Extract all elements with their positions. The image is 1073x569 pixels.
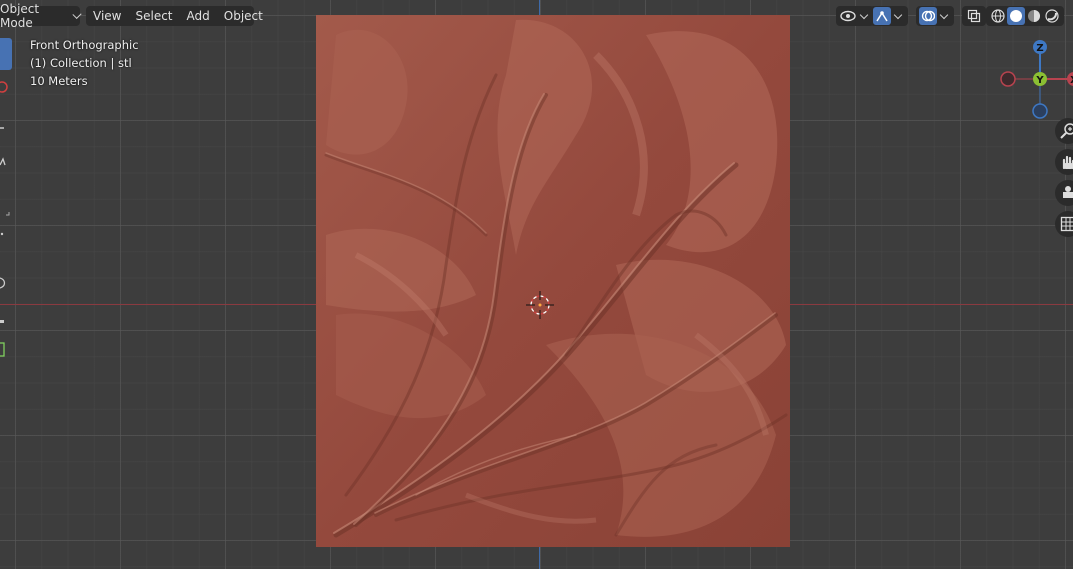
menu-object[interactable]: Object [217, 9, 270, 23]
3d-cursor-icon[interactable] [526, 291, 554, 319]
menu-view[interactable]: View [86, 9, 128, 23]
gizmo-toggle-icon[interactable] [873, 7, 891, 25]
menu-bar: View Select Add Object [86, 6, 263, 26]
visibility-group [836, 6, 874, 26]
navigation-gizmo[interactable]: Z Y X [998, 38, 1073, 119]
transform-tool-icon[interactable] [0, 228, 10, 238]
xray-icon[interactable] [965, 7, 983, 25]
scale-tool-icon[interactable] [0, 206, 10, 216]
select-tool-icon[interactable] [0, 38, 12, 70]
y-axis-label: Y [1035, 75, 1044, 86]
wireframe-shading-icon[interactable] [989, 7, 1007, 25]
collection-info: (1) Collection | stl [30, 56, 132, 70]
viewport-info: Front Orthographic (1) Collection | stl … [30, 36, 139, 90]
stl-relief-model[interactable] [316, 15, 790, 547]
annotate-tool-icon[interactable] [0, 276, 10, 290]
chevron-down-icon[interactable] [859, 10, 869, 19]
view-name: Front Orthographic [30, 38, 139, 52]
shading-group [986, 6, 1064, 26]
cursor-tool-icon[interactable] [0, 80, 10, 94]
material-shading-icon[interactable] [1025, 7, 1043, 25]
solid-shading-icon[interactable] [1007, 7, 1025, 25]
measure-tool-icon[interactable] [0, 314, 10, 323]
menu-select[interactable]: Select [128, 9, 179, 23]
neg-z-axis-handle [1032, 103, 1048, 119]
gizmo-group [870, 6, 908, 26]
move-tool-icon[interactable] [0, 122, 10, 132]
chevron-down-icon [72, 9, 82, 20]
neg-x-axis-handle [1000, 71, 1016, 87]
mode-label: Object Mode [0, 2, 40, 30]
menu-add[interactable]: Add [180, 9, 217, 23]
add-cube-tool-icon[interactable] [0, 340, 10, 360]
xray-group [962, 6, 986, 26]
rendered-shading-icon[interactable] [1043, 7, 1061, 25]
chevron-down-icon[interactable] [893, 10, 903, 19]
z-axis-label: Z [1036, 43, 1043, 54]
relief-drawing [316, 15, 790, 547]
mode-dropdown[interactable]: Object Mode [0, 2, 82, 30]
rotate-tool-icon[interactable] [0, 156, 10, 166]
chevron-down-icon[interactable] [939, 10, 949, 19]
overlay-group [916, 6, 954, 26]
scale-info: 10 Meters [30, 74, 88, 88]
overlay-icon[interactable] [919, 7, 937, 25]
visibility-icon[interactable] [839, 7, 857, 25]
viewport-header: Object Mode View Select Add Object [0, 2, 1073, 30]
